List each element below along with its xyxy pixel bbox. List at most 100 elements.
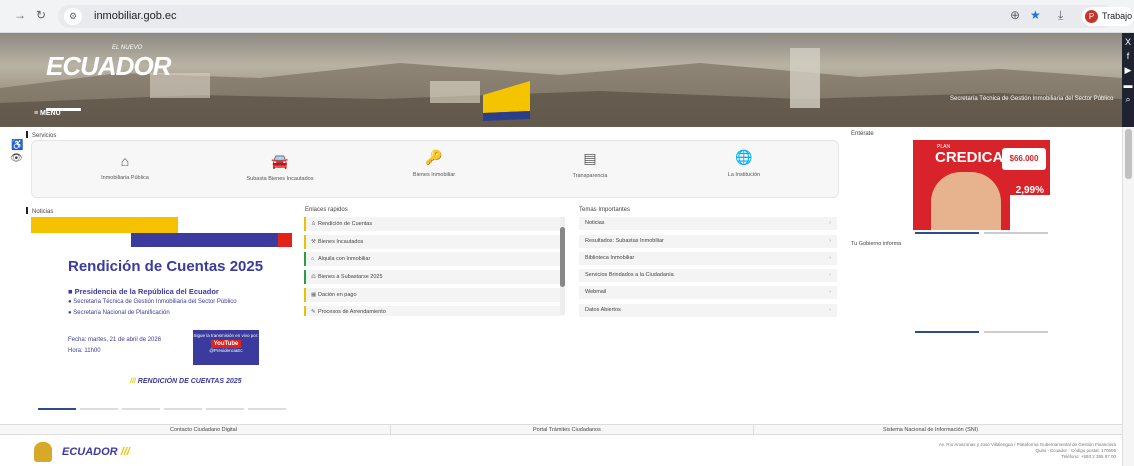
- news-bullet: ● Secretaría Técnica de Gestión Inmobili…: [68, 299, 237, 305]
- download-icon[interactable]: ⤓: [1058, 8, 1063, 23]
- contract-icon: ✎: [311, 309, 316, 315]
- youtube-icon[interactable]: ▶: [1122, 65, 1134, 76]
- flickr-icon[interactable]: ▬: [1122, 80, 1134, 90]
- facebook-icon[interactable]: f: [1122, 51, 1134, 61]
- footer-separator: [390, 425, 391, 435]
- social-bar: X f ▶ ▬ ⌕: [1122, 33, 1134, 127]
- chevron-right-icon: ›: [829, 272, 831, 278]
- menu-button[interactable]: ≡ MENÚ: [34, 110, 61, 117]
- footer-address: Av. Río Amazonas y José Villalengua / Pl…: [938, 442, 1116, 459]
- service-transparencia[interactable]: ▤ Transparencia: [530, 150, 650, 179]
- news-dot[interactable]: [164, 408, 202, 410]
- gov-carousel-indicator[interactable]: [984, 331, 1048, 333]
- carousel-indicator[interactable]: [984, 232, 1048, 234]
- quick-links-heading: Enlaces rapidos: [305, 207, 348, 213]
- chevron-right-icon: ›: [829, 238, 831, 244]
- news-stripe-red: [278, 233, 292, 247]
- footer-ecuador-logo[interactable]: ECUADOR ///: [62, 446, 130, 458]
- accessibility-icon[interactable]: ♿: [11, 140, 23, 151]
- footer-link-contacto[interactable]: Contacto Ciudadano Digital: [170, 427, 237, 433]
- globe-icon: 🌐: [735, 149, 753, 165]
- service-la-institucion[interactable]: 🌐 La Institución: [684, 149, 804, 178]
- site-info-icon[interactable]: ⚙: [64, 8, 82, 25]
- topics-heading: Temas Importantes: [579, 207, 631, 213]
- services-heading: Servicios: [26, 131, 56, 139]
- institution-name: Secretaría Técnica de Gestión Inmobiliar…: [950, 96, 1114, 102]
- bookmark-star-icon[interactable]: ★: [1030, 8, 1041, 22]
- profile-button[interactable]: P Trabajo: [1082, 7, 1134, 26]
- promo-amount: $66.000: [1002, 148, 1046, 170]
- news-bullet: ● Secretaría Nacional de Planificación: [68, 310, 170, 316]
- family-photo: [931, 172, 1001, 230]
- document-icon: ▤: [583, 150, 597, 166]
- gov-info-heading: Tu Gobierno informa: [851, 241, 902, 247]
- header-banner: ECUADOR EL NUEVO: [0, 33, 1122, 127]
- news-stripe-yellow: [31, 217, 178, 233]
- scrollbar-thumb[interactable]: [1125, 129, 1132, 179]
- news-date: Fecha: martes, 21 de abril de 2026: [68, 337, 162, 343]
- gavel-icon: ⚒: [311, 239, 316, 245]
- home-icon: ⌂: [120, 153, 130, 169]
- topic-item[interactable]: Datos Abiertos ›: [579, 304, 837, 317]
- url-text[interactable]: inmobiliar.gob.ec: [94, 10, 177, 22]
- news-dot[interactable]: [248, 408, 286, 410]
- promo-heading: Entérate: [851, 131, 874, 137]
- page-scrollbar[interactable]: [1122, 127, 1134, 466]
- quick-link[interactable]: ▦ Dación en pago: [304, 288, 560, 302]
- quick-link[interactable]: ✎ Procesos de Arrendamiento: [304, 306, 560, 316]
- news-title[interactable]: Rendición de Cuentas 2025: [68, 258, 263, 275]
- person-icon: ♙: [311, 221, 316, 227]
- news-dot[interactable]: [206, 408, 244, 410]
- quick-link[interactable]: ⚒ Bienes Incautados: [304, 235, 560, 249]
- ecuador-logo-tag: EL NUEVO: [112, 45, 143, 51]
- topic-item[interactable]: Noticias ›: [579, 217, 837, 230]
- news-dot-active[interactable]: [38, 408, 76, 410]
- youtube-button[interactable]: YouTube: [210, 340, 242, 348]
- promo-logos-panel: [1010, 195, 1050, 231]
- house-icon: ⌂: [311, 256, 315, 262]
- auction-icon: ⚖: [311, 274, 316, 280]
- chevron-right-icon: ›: [829, 289, 831, 295]
- payment-icon: ▦: [311, 292, 317, 298]
- quick-link[interactable]: ⚖ Bienes a Subastarse 2025: [304, 270, 560, 284]
- stream-box[interactable]: Sigue la transmisión en vivo por: YouTub…: [193, 330, 259, 365]
- address-bar[interactable]: [58, 5, 1114, 28]
- reload-icon[interactable]: ↻: [36, 8, 46, 22]
- footer-link-portal[interactable]: Portal Trámites Ciudadanos: [533, 427, 601, 433]
- footer-separator: [753, 425, 754, 435]
- search-icon[interactable]: ⌕: [1122, 94, 1134, 105]
- topic-item[interactable]: Webmail ›: [579, 286, 837, 299]
- service-subasta-bienes[interactable]: 🚘 Subasta Bienes Incautados: [220, 153, 340, 182]
- topic-item[interactable]: Biblioteca Inmobiliar ›: [579, 252, 837, 265]
- key-icon: 🔑: [425, 149, 443, 165]
- profile-label: Trabajo: [1102, 11, 1133, 21]
- browser-chrome: → ↻ ⚙ inmobiliar.gob.ec ⊕ ★ ⤓ P Trabajo: [0, 0, 1134, 33]
- chevron-right-icon: ›: [829, 220, 831, 226]
- news-heading: Noticias: [26, 207, 53, 215]
- footer-link-sni[interactable]: Sistema Nacional de Información (SNI): [883, 427, 978, 433]
- topic-item[interactable]: Servicios Brindados a la Ciudadanía ›: [579, 269, 837, 282]
- x-icon[interactable]: X: [1122, 37, 1134, 47]
- ecuador-coat-of-arms: [34, 442, 52, 462]
- news-time: Hora: 11h00: [68, 348, 101, 354]
- car-icon: 🚘: [271, 153, 289, 169]
- news-stripe-blue: [131, 233, 278, 247]
- service-inmobiliaria-publica[interactable]: ⌂ Inmobiliaria Pública: [65, 153, 185, 181]
- eye-icon[interactable]: 👁: [10, 153, 23, 164]
- news-dot[interactable]: [122, 408, 160, 410]
- service-bienes-inmobiliar[interactable]: 🔑 Bienes Inmobiliar: [374, 149, 494, 178]
- quick-links-scrollbar[interactable]: [560, 217, 565, 315]
- zoom-icon[interactable]: ⊕: [1010, 8, 1020, 22]
- ecuador-logo[interactable]: ECUADOR: [46, 51, 171, 82]
- scroll-thumb[interactable]: [560, 227, 565, 287]
- gov-carousel-indicator-active[interactable]: [915, 331, 979, 333]
- forward-icon[interactable]: →: [14, 8, 26, 22]
- quick-link[interactable]: ⌂ Alquila con Inmobiliar: [304, 252, 560, 266]
- quick-link[interactable]: ♙ Rendición de Cuentas: [304, 217, 560, 231]
- profile-avatar: P: [1085, 10, 1098, 23]
- chevron-right-icon: ›: [829, 307, 831, 313]
- chevron-right-icon: ›: [829, 255, 831, 261]
- topic-item[interactable]: Resultados: Subastas Inmobiliar ›: [579, 235, 837, 248]
- news-dot[interactable]: [80, 408, 118, 410]
- carousel-indicator-active[interactable]: [915, 232, 979, 234]
